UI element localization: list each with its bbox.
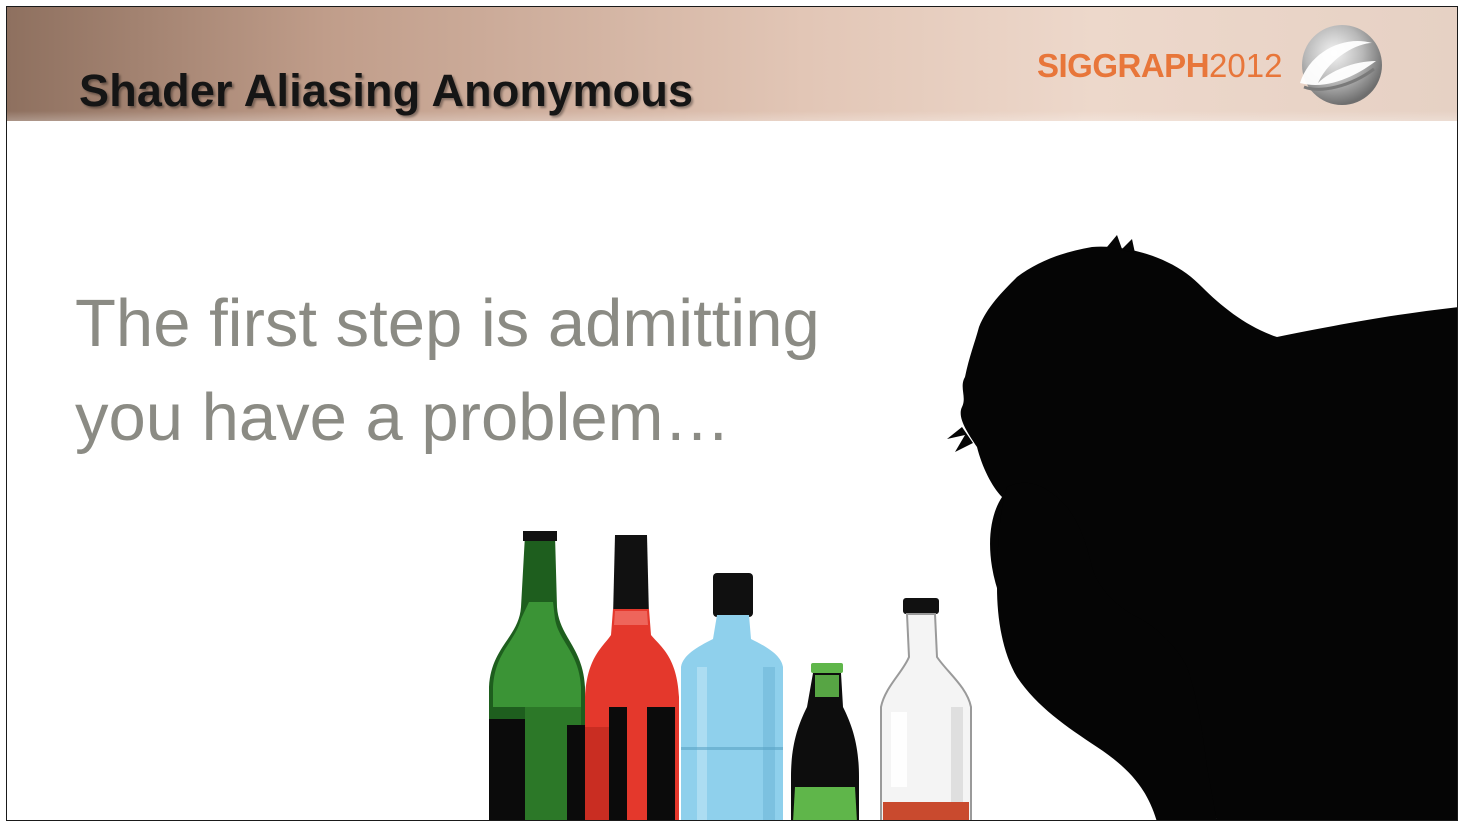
green-wine-bottle [489,531,585,820]
red-wine-bottle [585,535,679,820]
small-green-bottle [791,663,859,820]
slide-frame: Shader Aliasing Anonymous SIGGRAPH2012 T… [6,6,1458,821]
clear-whisky-bottle [880,598,972,820]
illustration [489,235,1457,820]
person-silhouette [947,235,1457,820]
blue-gin-bottle [681,573,783,820]
